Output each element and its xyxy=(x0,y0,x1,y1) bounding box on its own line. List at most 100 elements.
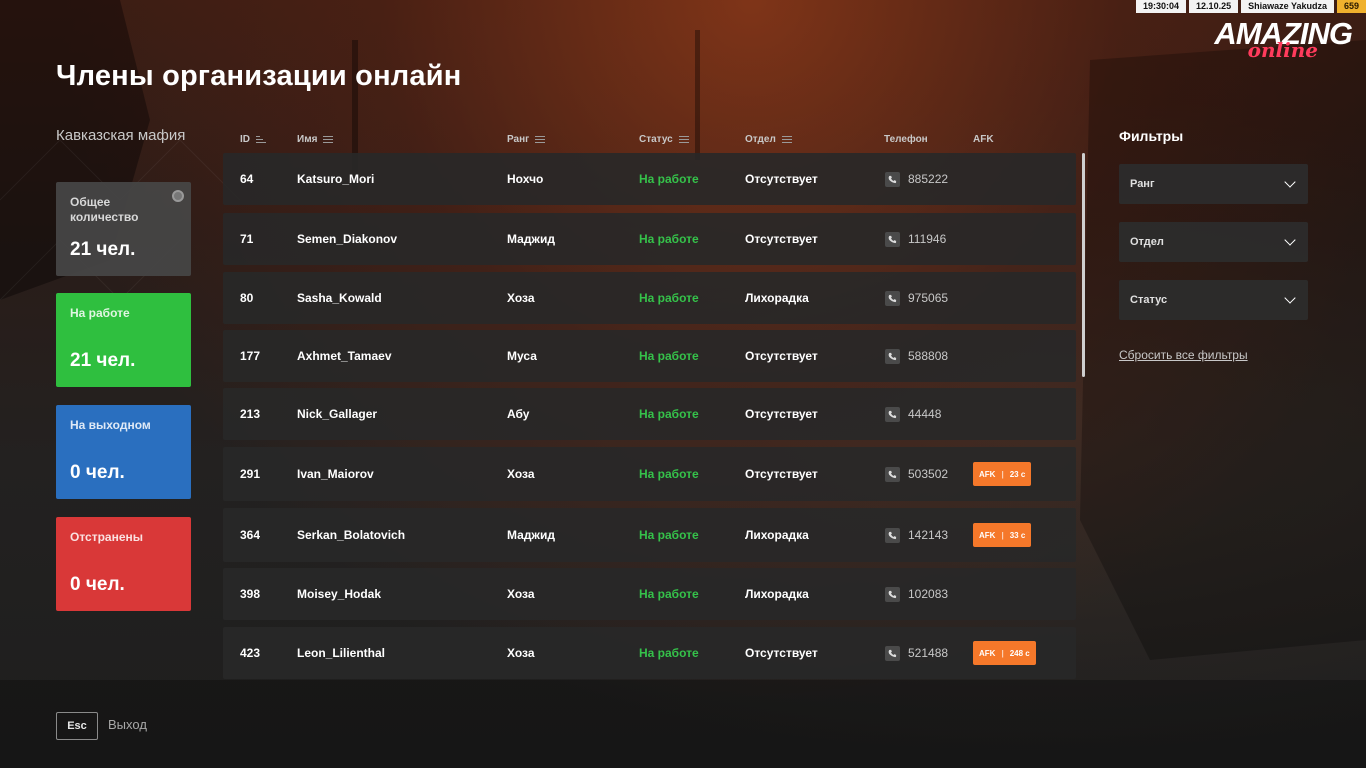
phone-number: 521488 xyxy=(908,646,949,660)
member-id: 423 xyxy=(240,646,261,660)
table-row[interactable]: 80 Sasha_Kowald Хоза На работе Лихорадка 9750… xyxy=(223,272,1076,324)
member-rank: Хоза xyxy=(507,587,535,601)
afk-label: AFK xyxy=(979,648,996,658)
filter-dept-select[interactable]: Отдел xyxy=(1119,222,1308,262)
member-phone: 885222 xyxy=(885,153,948,205)
table-row[interactable]: 364 Serkan_Bolatovich Маджид На работе Лихор… xyxy=(223,508,1076,562)
table-row[interactable]: 213 Nick_Gallager Абу На работе Отсутствует 4… xyxy=(223,388,1076,440)
afk-time: 248 с xyxy=(1009,648,1030,658)
member-rank: Хоза xyxy=(507,291,535,305)
member-phone: 503502 xyxy=(885,447,948,501)
hud-time: 19:30:04 xyxy=(1136,0,1187,13)
member-name: Sasha_Kowald xyxy=(297,291,382,305)
filter-rank-label: Ранг xyxy=(1130,178,1155,190)
phone-icon xyxy=(885,348,900,364)
member-name: Axhmet_Tamaev xyxy=(297,349,392,363)
table-header: ID Имя Ранг Статус Отдел Телефон AFK xyxy=(223,134,1078,148)
stat-card-value: 0 чел. xyxy=(70,574,125,595)
member-name: Moisey_Hodak xyxy=(297,587,382,601)
afk-badge: AFK | 23 с xyxy=(973,462,1032,486)
member-dept: Лихорадка xyxy=(745,587,809,601)
member-dept: Отсутствует xyxy=(745,646,818,660)
chevron-down-icon xyxy=(1284,292,1296,304)
amazing-online-logo: AMAZING online xyxy=(1187,16,1353,64)
chevron-down-icon xyxy=(1284,234,1296,246)
column-header-label: Отдел xyxy=(745,134,776,145)
esc-key-button[interactable]: Esc xyxy=(56,712,98,740)
member-dept: Лихорадка xyxy=(745,291,809,305)
column-header-label: Ранг xyxy=(507,134,530,145)
stat-card-suspended[interactable]: Отстранены 0 чел. xyxy=(56,517,191,611)
table-row[interactable]: 64 Katsuro_Mori Нохчо На работе Отсутствует 8… xyxy=(223,153,1076,205)
filter-rank-select[interactable]: Ранг xyxy=(1119,164,1308,204)
hud-date: 12.10.25 xyxy=(1189,0,1239,13)
member-status: На работе xyxy=(639,349,699,363)
phone-number: 588808 xyxy=(908,349,949,363)
column-header-label: Телефон xyxy=(884,134,928,145)
member-status: На работе xyxy=(639,232,699,246)
member-id: 71 xyxy=(240,232,254,246)
sort-ascending-icon xyxy=(256,135,266,144)
phone-icon xyxy=(885,466,900,482)
sort-icon xyxy=(781,135,792,144)
column-header-name[interactable]: Имя xyxy=(297,134,334,145)
member-rank: Абу xyxy=(507,407,530,421)
column-header-label: ID xyxy=(240,134,250,145)
member-phone: 111946 xyxy=(885,213,946,265)
table-row[interactable]: 71 Semen_Diakonov Маджид На работе Отсутству… xyxy=(223,213,1076,265)
member-phone: 102083 xyxy=(885,568,948,620)
table-scrollbar[interactable] xyxy=(1082,153,1085,377)
member-dept: Отсутствует xyxy=(745,467,818,481)
table-row[interactable]: 398 Moisey_Hodak Хоза На работе Лихорадка 102… xyxy=(223,568,1076,620)
member-phone: 521488 xyxy=(885,627,948,679)
table-row[interactable]: 177 Axhmet_Tamaev Муса На работе Отсутствует… xyxy=(223,330,1076,382)
sort-icon xyxy=(678,135,689,144)
exit-label: Выход xyxy=(108,717,147,732)
column-header-id[interactable]: ID xyxy=(240,134,266,145)
phone-icon xyxy=(885,527,900,543)
member-id: 213 xyxy=(240,407,261,421)
member-dept: Отсутствует xyxy=(745,232,818,246)
member-rank: Муса xyxy=(507,349,537,363)
filters-title: Фильтры xyxy=(1119,128,1184,144)
member-status: На работе xyxy=(639,587,699,601)
members-table-body: 64 Katsuro_Mori Нохчо На работе Отсутствует 8… xyxy=(223,153,1078,679)
stat-card-label: Отстранены xyxy=(70,530,144,544)
phone-number: 102083 xyxy=(908,587,949,601)
member-afk: AFK | 33 с xyxy=(973,508,1032,562)
table-row[interactable]: 423 Leon_Lilienthal Хоза На работе Отсутству… xyxy=(223,627,1076,679)
phone-icon xyxy=(885,171,900,187)
column-header-afk: AFK xyxy=(973,134,994,145)
column-header-phone: Телефон xyxy=(884,134,928,145)
radio-indicator-icon xyxy=(172,190,184,202)
phone-number: 111946 xyxy=(908,232,947,246)
phone-number: 503502 xyxy=(908,467,949,481)
sort-icon xyxy=(323,135,334,144)
column-header-status[interactable]: Статус xyxy=(639,134,689,145)
member-afk: AFK | 248 с xyxy=(973,627,1036,679)
member-rank: Маджид xyxy=(507,232,555,246)
member-name: Ivan_Maiorov xyxy=(297,467,374,481)
member-phone: 975065 xyxy=(885,272,948,324)
stat-card-label: На работе xyxy=(70,306,130,320)
member-rank: Хоза xyxy=(507,646,535,660)
column-header-dept[interactable]: Отдел xyxy=(745,134,792,145)
stat-card-working[interactable]: На работе 21 чел. xyxy=(56,293,191,387)
member-rank: Нохчо xyxy=(507,172,544,186)
afk-separator: | xyxy=(1001,530,1004,540)
member-status: На работе xyxy=(639,467,699,481)
stat-card-total[interactable]: Общее количество 21 чел. xyxy=(56,182,191,276)
filter-dept-label: Отдел xyxy=(1130,236,1164,248)
table-row[interactable]: 291 Ivan_Maiorov Хоза На работе Отсутствует 5… xyxy=(223,447,1076,501)
reset-filters-link[interactable]: Сбросить все фильтры xyxy=(1119,348,1248,362)
top-hud: 19:30:04 12.10.25 Shiawaze Yakudza 659 xyxy=(1136,0,1366,13)
phone-number: 142143 xyxy=(908,528,949,542)
filter-status-select[interactable]: Статус xyxy=(1119,280,1308,320)
member-phone: 44448 xyxy=(885,388,941,440)
filter-status-label: Статус xyxy=(1130,294,1168,306)
member-status: На работе xyxy=(639,291,699,305)
afk-badge: AFK | 33 с xyxy=(973,523,1032,547)
stat-card-day-off[interactable]: На выходном 0 чел. xyxy=(56,405,191,499)
member-id: 364 xyxy=(240,528,261,542)
column-header-rank[interactable]: Ранг xyxy=(507,134,546,145)
